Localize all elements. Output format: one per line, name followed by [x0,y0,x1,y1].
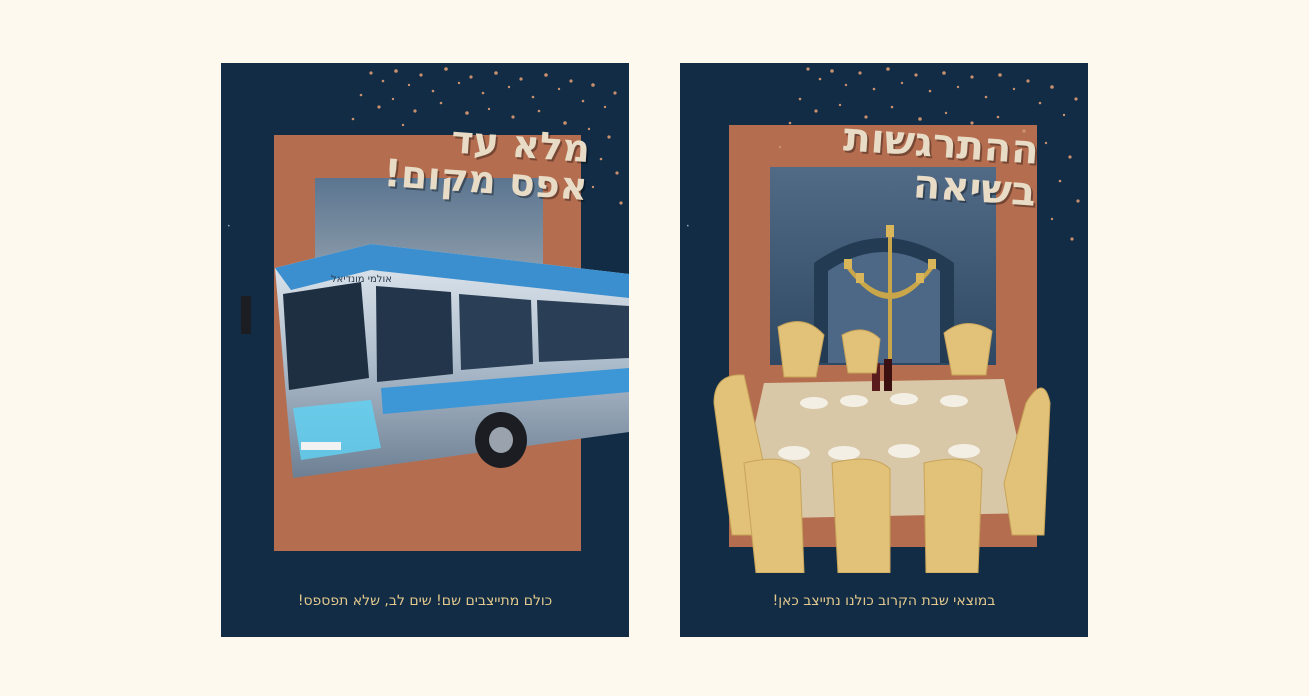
headline: ההתרגשות בשיאה [840,114,1040,215]
bus-sign: אולמי מונדיאל [331,274,392,285]
caption: במוצאי שבת הקרוב כולנו נתייצב כאן! [772,593,996,609]
headline: מלא עד אפס מקום! [382,116,591,209]
poster-table: ההתרגשות בשיאה • במוצאי שבת הקרוב כולנו … [680,63,1088,637]
poster-bus: אולמי מונדיאל מלא עד אפס מקום! • כולם מת… [221,63,629,637]
caption: כולם מתייצבים שם! שים לב, שלא תפספס! [297,593,553,609]
bus-icon: אולמי מונדיאל [241,178,629,478]
side-mark: • [227,223,231,230]
side-mark: • [686,223,690,230]
banquet-table-icon [713,167,1051,573]
